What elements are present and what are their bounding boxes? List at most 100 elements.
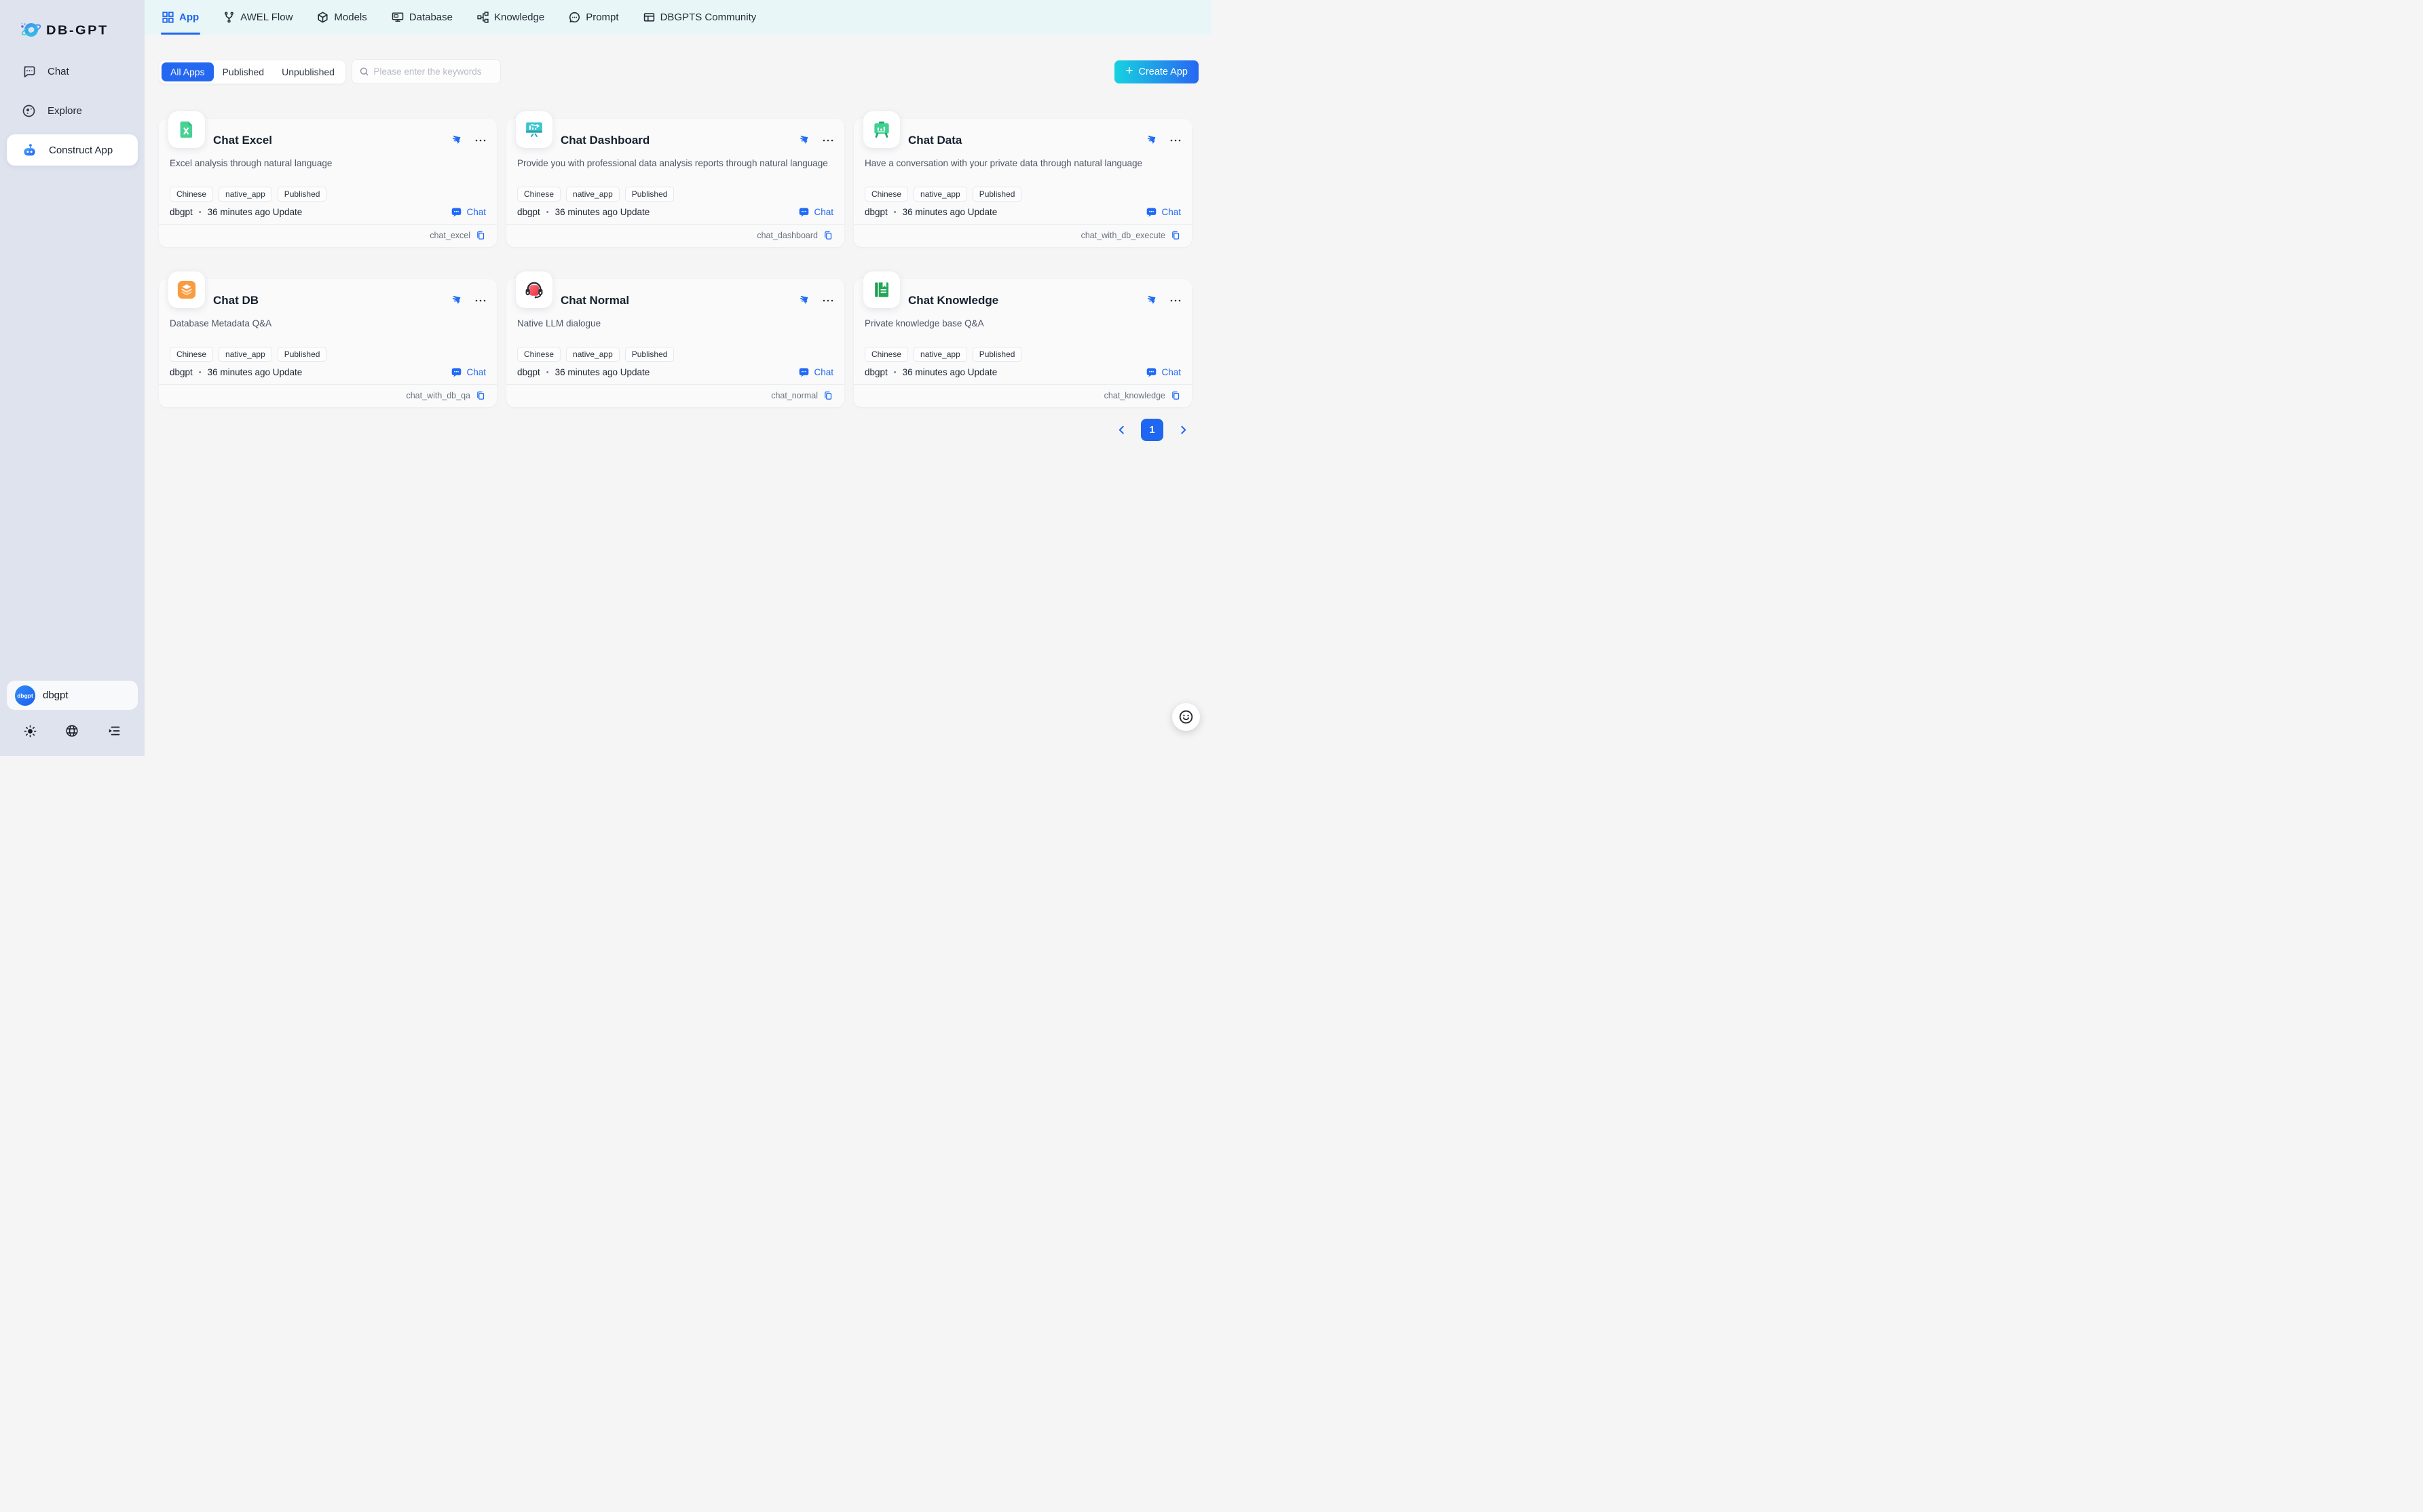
app-card-tags: Chinese native_app Published (865, 347, 1021, 362)
tag: native_app (566, 187, 620, 202)
tab-prompt[interactable]: Prompt (569, 0, 618, 35)
top-navigation: App AWEL Flow Models (145, 0, 1212, 35)
app-card-chat-db[interactable]: Chat DB Database Metadata Q&A Chines (159, 279, 497, 407)
filter-tab-published[interactable]: Published (214, 62, 274, 81)
sidebar-item-chat[interactable]: Chat (7, 56, 138, 87)
toolbar: All Apps Published Unpublished + Create … (159, 59, 1190, 84)
more-options-icon[interactable] (475, 299, 486, 303)
tag: native_app (914, 187, 967, 202)
app-card-chat-excel[interactable]: Chat Excel Excel analysis through natura… (159, 119, 497, 247)
pagination: 1 (159, 419, 1192, 441)
knowledge-nodes-icon (477, 12, 489, 23)
chat-link[interactable]: Chat (1146, 366, 1181, 378)
page-number-button[interactable]: 1 (1141, 419, 1163, 441)
tag: native_app (566, 347, 620, 362)
copy-icon[interactable] (1170, 230, 1181, 241)
app-card-tags: Chinese native_app Published (865, 187, 1021, 202)
copy-icon[interactable] (1170, 390, 1181, 401)
filter-tab-all-apps[interactable]: All Apps (162, 62, 214, 81)
dingtalk-share-icon[interactable] (449, 134, 462, 147)
app-icon-chip (516, 271, 552, 308)
tab-label: Database (409, 12, 453, 23)
chat-link[interactable]: Chat (1146, 206, 1181, 218)
brand-name: DB-GPT (46, 23, 109, 37)
app-card-title: Chat Normal (561, 294, 629, 307)
app-card-updated: 36 minutes ago Update (208, 367, 303, 377)
app-card-chat-knowledge[interactable]: Chat Knowledge Private knowledge base Q&… (854, 279, 1192, 407)
app-card-description: Have a conversation with your private da… (865, 157, 1181, 170)
dingtalk-share-icon[interactable] (1144, 134, 1157, 147)
prompt-bubble-icon (569, 12, 580, 23)
chat-bubble-filled-icon (1146, 206, 1157, 218)
meta-separator: • (546, 368, 549, 377)
tag: Chinese (517, 187, 561, 202)
chat-link[interactable]: Chat (451, 206, 486, 218)
previous-page-icon[interactable] (1112, 421, 1130, 439)
app-card-chat-dashboard[interactable]: Chat Dashboard Provide you with professi… (506, 119, 844, 247)
meta-separator: • (894, 208, 897, 216)
app-card-chat-data[interactable]: Chat Data Have a conversation with your … (854, 119, 1192, 247)
next-page-icon[interactable] (1174, 421, 1192, 439)
app-code: chat_excel (430, 231, 470, 240)
theme-sun-icon[interactable] (19, 719, 42, 742)
tag: native_app (219, 187, 272, 202)
chat-bubble-filled-icon (1146, 366, 1157, 378)
tab-models[interactable]: Models (317, 0, 367, 35)
copy-icon[interactable] (475, 230, 486, 241)
planet-icon (22, 104, 36, 118)
chat-bubble-icon (22, 64, 36, 79)
tab-database[interactable]: Database (392, 0, 453, 35)
meta-separator: • (546, 208, 549, 216)
tab-label: DBGPTS Community (660, 12, 757, 23)
more-options-icon[interactable] (823, 299, 833, 303)
sidebar-item-explore[interactable]: Explore (7, 95, 138, 126)
tag: Chinese (170, 187, 213, 202)
feedback-fab-button[interactable] (1172, 703, 1200, 731)
dingtalk-share-icon[interactable] (1144, 295, 1157, 307)
tab-app[interactable]: App (162, 0, 199, 35)
chat-link[interactable]: Chat (798, 206, 833, 218)
dashboard-board-icon (524, 119, 544, 140)
tag: Chinese (865, 347, 908, 362)
app-card-chat-normal[interactable]: Chat Normal Native LLM dialogue Chin (506, 279, 844, 407)
dingtalk-share-icon[interactable] (797, 295, 809, 307)
chat-link[interactable]: Chat (451, 366, 486, 378)
sidebar-spacer (0, 166, 145, 681)
meta-separator: • (894, 368, 897, 377)
more-options-icon[interactable] (823, 138, 833, 143)
app-card-description: Database Metadata Q&A (170, 318, 486, 330)
dingtalk-share-icon[interactable] (449, 295, 462, 307)
community-grid-icon (643, 12, 655, 23)
chat-link-label: Chat (1161, 367, 1181, 377)
tab-knowledge[interactable]: Knowledge (477, 0, 544, 35)
tag: Published (278, 347, 327, 362)
more-options-icon[interactable] (475, 138, 486, 143)
tab-label: Models (334, 12, 367, 23)
tag: native_app (914, 347, 967, 362)
tag: Chinese (865, 187, 908, 202)
more-options-icon[interactable] (1170, 299, 1181, 303)
app-card-updated: 36 minutes ago Update (555, 367, 650, 377)
excel-file-icon (176, 119, 197, 140)
copy-icon[interactable] (475, 390, 486, 401)
user-profile-chip[interactable]: dbgpt dbgpt (7, 681, 138, 710)
create-app-button[interactable]: + Create App (1114, 60, 1199, 83)
meta-separator: • (199, 368, 202, 377)
avatar: dbgpt (15, 685, 35, 706)
copy-icon[interactable] (823, 390, 833, 401)
search-input[interactable] (373, 67, 493, 77)
filter-tab-unpublished[interactable]: Unpublished (273, 62, 343, 81)
dingtalk-share-icon[interactable] (797, 134, 809, 147)
copy-icon[interactable] (823, 230, 833, 241)
more-options-icon[interactable] (1170, 138, 1181, 143)
tab-dbgpts-community[interactable]: DBGPTS Community (643, 0, 757, 35)
content-area: All Apps Published Unpublished + Create … (145, 35, 1212, 756)
chat-bubble-filled-icon (451, 206, 462, 218)
layers-stack-icon (176, 280, 197, 300)
tab-awel-flow[interactable]: AWEL Flow (223, 0, 293, 35)
language-globe-icon[interactable] (60, 719, 83, 742)
sidebar-item-construct-app[interactable]: Construct App (7, 134, 138, 166)
chat-link[interactable]: Chat (798, 366, 833, 378)
collapse-menu-icon[interactable] (102, 719, 126, 742)
chat-link-label: Chat (466, 207, 486, 217)
